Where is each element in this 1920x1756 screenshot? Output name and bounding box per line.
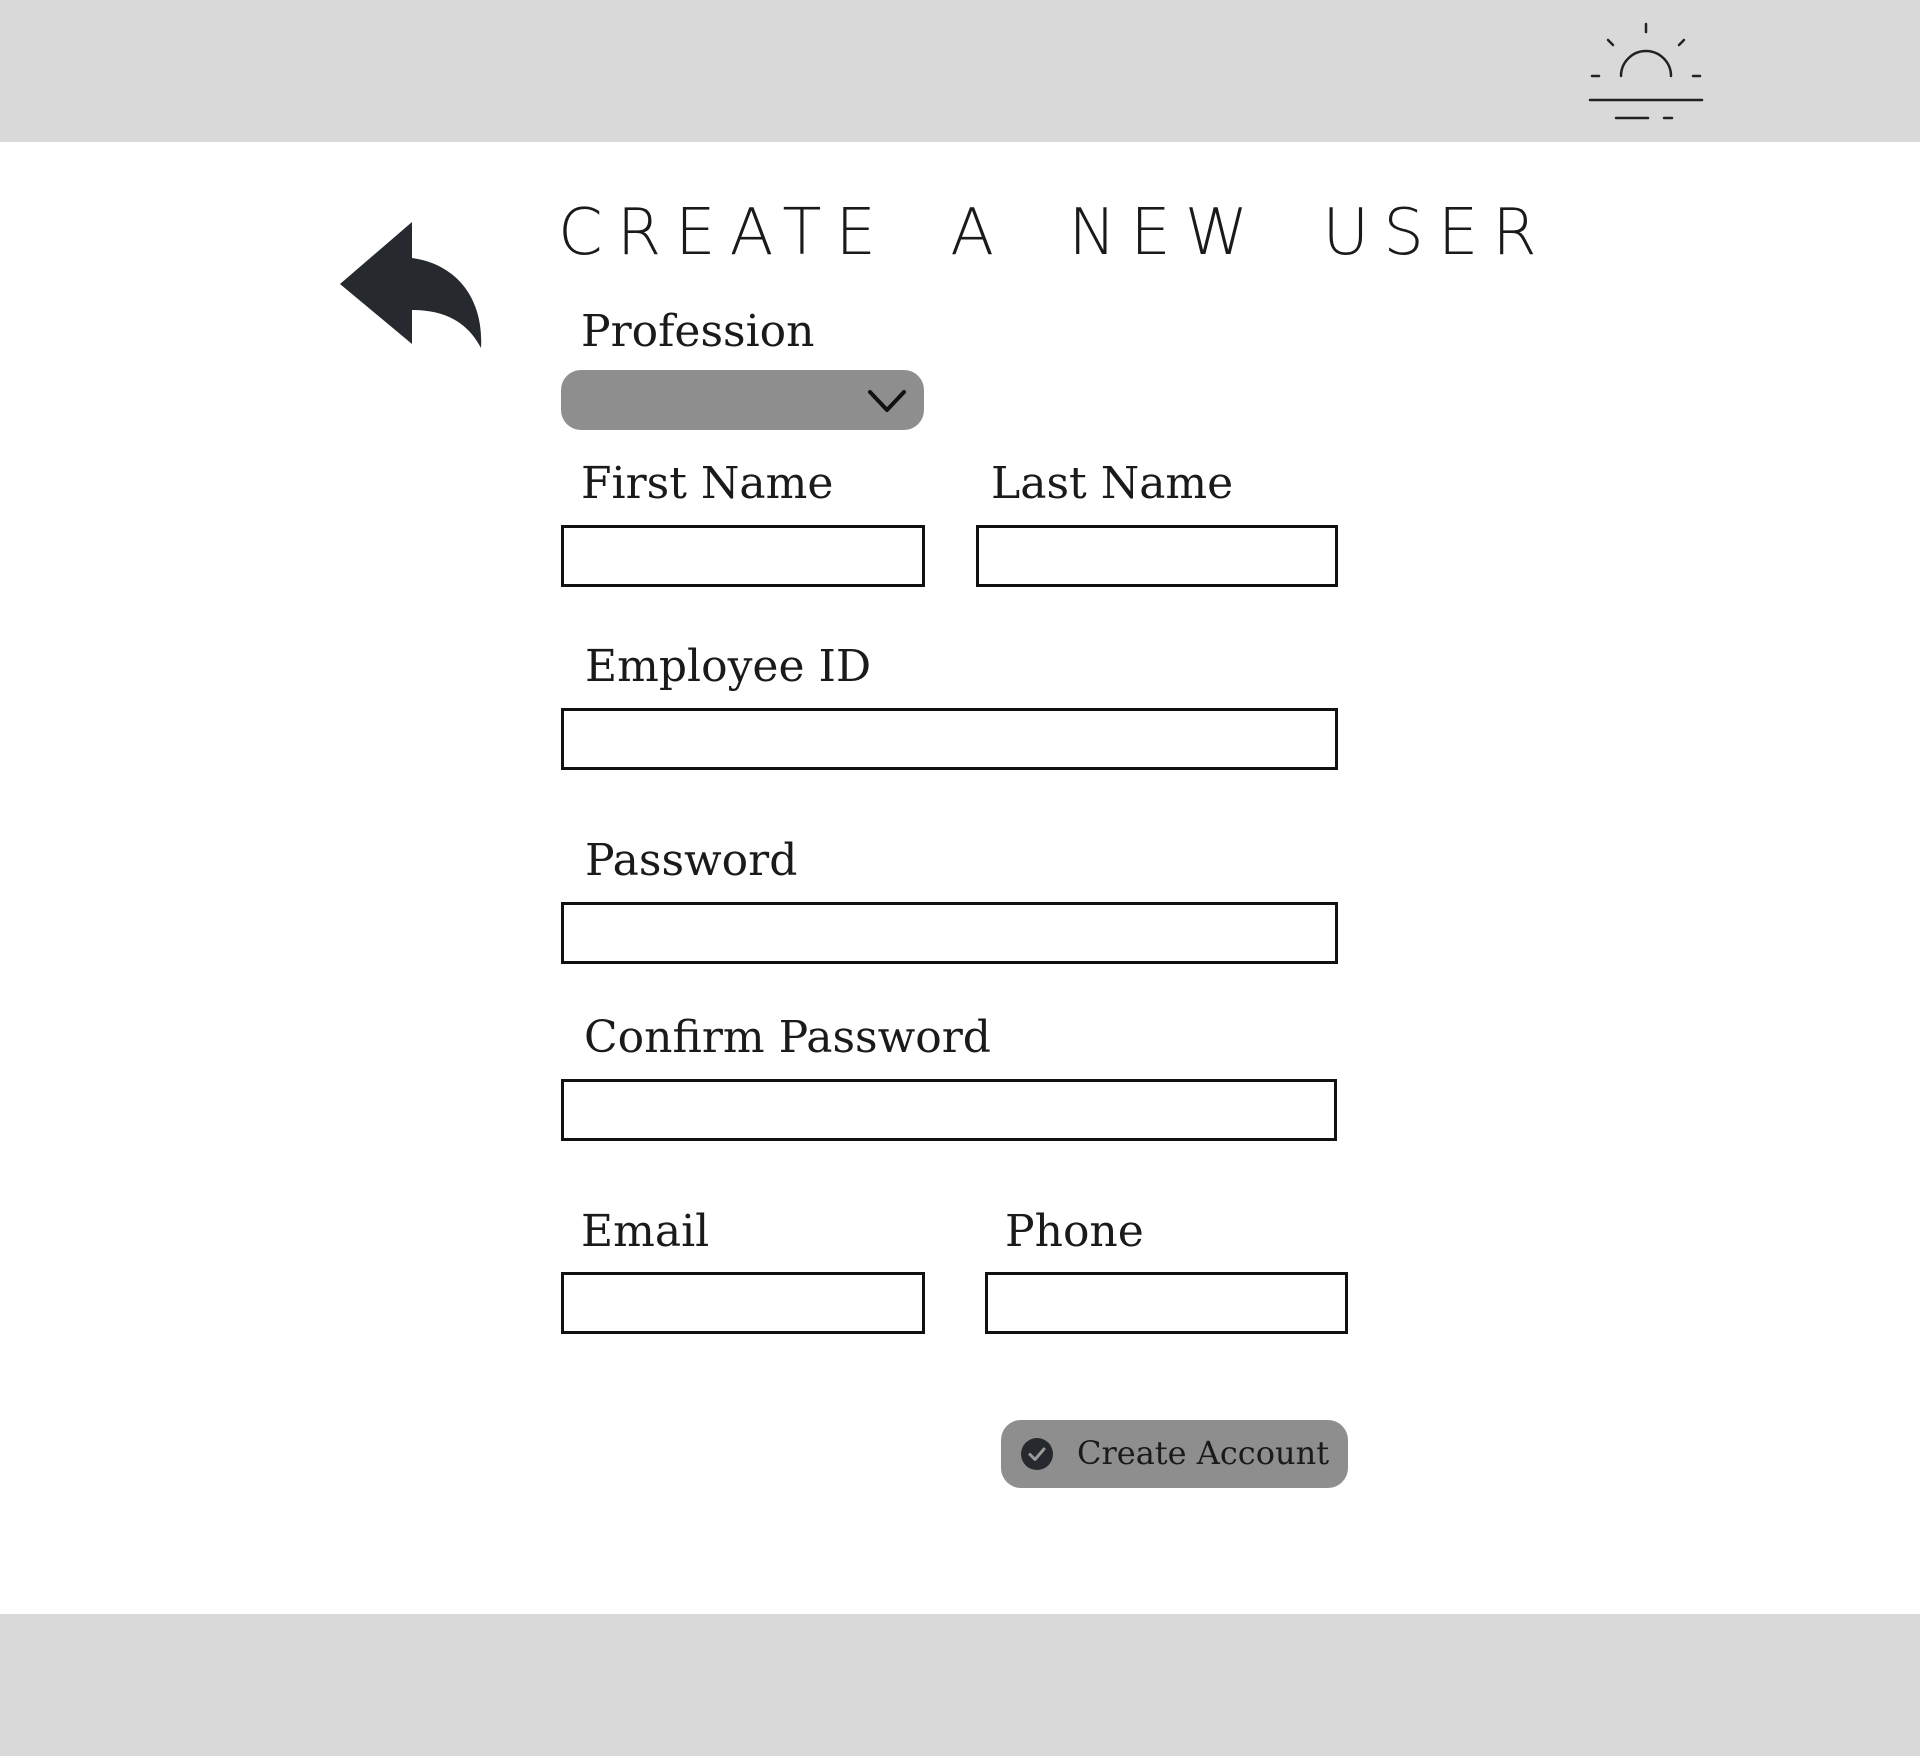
bottom-bar (0, 1614, 1920, 1756)
employee-id-field[interactable] (561, 708, 1338, 770)
phone-field[interactable] (985, 1272, 1348, 1334)
chevron-down-icon (868, 390, 906, 412)
email-label: Email (581, 1206, 710, 1257)
phone-label: Phone (1005, 1206, 1144, 1257)
back-button[interactable] (336, 218, 486, 352)
create-account-label: Create Account (1077, 1434, 1330, 1472)
confirm-password-label: Confirm Password (584, 1012, 991, 1063)
password-label: Password (585, 835, 798, 886)
last-name-label: Last Name (991, 458, 1234, 509)
first-name-label: First Name (581, 458, 834, 509)
confirm-password-field[interactable] (561, 1079, 1337, 1141)
employee-id-label: Employee ID (585, 641, 872, 692)
check-circle-icon (1021, 1438, 1053, 1470)
reply-arrow-icon (340, 222, 482, 348)
first-name-field[interactable] (561, 525, 925, 587)
sunrise-icon (1588, 22, 1704, 120)
top-bar (0, 0, 1920, 142)
password-field[interactable] (561, 902, 1338, 964)
page-title: CREATE A NEW USER (558, 196, 1551, 270)
last-name-field[interactable] (976, 525, 1338, 587)
profession-label: Profession (581, 306, 815, 357)
create-account-button[interactable]: Create Account (1001, 1420, 1348, 1488)
email-field[interactable] (561, 1272, 925, 1334)
profession-select[interactable] (561, 370, 924, 430)
